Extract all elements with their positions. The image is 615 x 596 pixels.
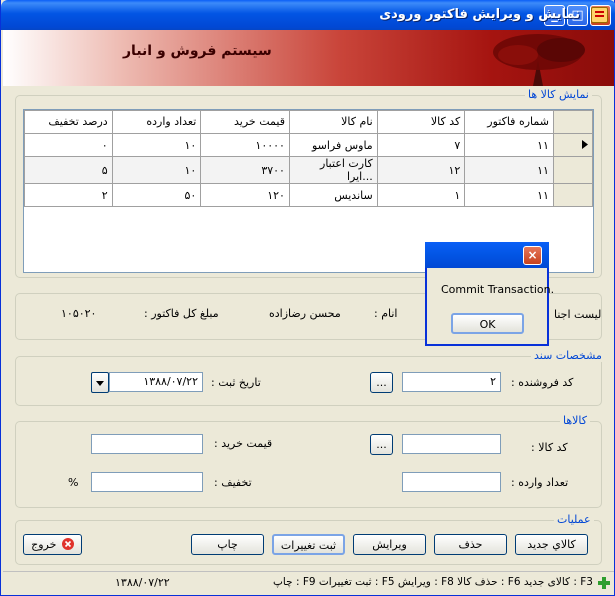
col-qty[interactable]: تعداد وارده [111,110,202,134]
qty-input[interactable] [402,472,501,492]
cell[interactable]: ١١ [464,183,554,207]
row-selector[interactable] [552,183,594,207]
date-dropdown-button[interactable] [91,372,109,393]
item-code-label: کد کالا : [531,441,568,454]
add-icon [598,577,610,589]
col-price[interactable]: قیمت خرید [200,110,290,134]
cell[interactable]: ساندیس [288,183,378,207]
cell[interactable]: ١١ [464,156,554,184]
total-label: مبلغ کل فاکتور : [144,307,219,320]
date-input[interactable]: ١٣٨٨/٠٧/٢٢ [109,372,203,392]
dialog-close-button[interactable]: × [523,246,542,265]
seller-code-input[interactable]: ٢ [402,372,501,392]
list-label: لیست اجنا [554,308,602,321]
cell[interactable]: ١ [376,183,466,207]
cell[interactable]: ١٠ [111,133,202,157]
print-button[interactable]: چاپ [191,534,264,555]
seller-browse-button[interactable]: ... [370,372,393,393]
price-label: قیمت خرید : [214,437,273,450]
user-name: محسن رضازاده [269,307,341,320]
table-row[interactable]: ٢ ۵٠ ١٢٠ ساندیس ١ ١١ [24,183,594,207]
cancel-icon [61,538,74,550]
cell[interactable]: کارت اعتبار ایرا... [288,156,378,184]
edit-button[interactable]: ویرایش [353,534,426,555]
user-label: انام : [374,307,398,320]
status-date: ١٣٨٨/٠٧/٢٢ [115,576,170,589]
delete-button[interactable]: حذف [434,534,507,555]
dialog-message: Commit Transaction. [441,283,555,296]
chevron-down-icon [96,381,104,386]
cell[interactable]: ١٢٠ [200,183,290,207]
price-input[interactable] [91,434,203,454]
cell[interactable]: ۵٠ [111,183,202,207]
row-selector[interactable] [552,156,594,184]
cell[interactable]: ١٢ [376,156,466,184]
status-bar: F3 : کالای جدید F6 : حذف کالا F8 : ویرای… [3,571,614,594]
qty-label: تعداد وارده : [511,476,569,489]
window-title: نمایش و ویرایش فاکتور ورودی [379,7,580,22]
cell[interactable]: ١١ [464,133,554,157]
discount-input[interactable] [91,472,203,492]
status-shortcuts: F3 : کالای جدید F6 : حذف کالا F8 : ویرای… [273,576,593,588]
title-bar: _ □ × نمایش و ویرایش فاکتور ورودی [1,0,615,30]
col-name[interactable]: نام کالا [288,110,378,134]
cell[interactable]: ماوس فراسو [288,133,378,157]
new-item-button[interactable]: کالاي جديد [515,534,588,555]
table-row[interactable]: ٠ ١٠ ١٠٠٠٠ ماوس فراسو ٧ ١١ [24,133,594,157]
cell[interactable]: ٢ [24,183,113,207]
goods-group-legend: نمایش کالا ها [525,88,592,101]
exit-button[interactable]: خروج [23,534,82,555]
col-discount[interactable]: درصد تخفیف [24,110,113,134]
cell[interactable]: ١٠ [111,156,202,184]
item-browse-button[interactable]: ... [370,434,393,455]
doc-group-legend: مشخصات سند [531,349,605,362]
cell[interactable]: ۵ [24,156,113,184]
cell[interactable]: ١٠٠٠٠ [200,133,290,157]
tree-icon [493,34,585,86]
save-button[interactable]: ثبت تغییرات [272,534,345,555]
row-pointer-icon [581,139,588,149]
banner-title: سیستم فروش و انبار [123,43,272,59]
table-row[interactable]: ۵ ١٠ ٣٧٠٠ کارت اعتبار ایرا... ١٢ ١١ [24,156,594,184]
ops-group-legend: عملیات [554,513,594,526]
seller-label: کد فروشنده : [511,376,574,389]
item-code-input[interactable] [402,434,501,454]
date-label: تاریخ ثبت : [211,376,261,389]
total-value: ١٠۵٠٢٠ [61,307,97,320]
col-code[interactable]: کد کالا [376,110,466,134]
table-header: درصد تخفیف تعداد وارده قیمت خرید نام کال… [24,110,594,134]
percent-sign: % [68,476,79,489]
header-banner: سیستم فروش و انبار [3,30,614,86]
discount-label: تخفیف : [214,476,252,489]
cell[interactable]: ٧ [376,133,466,157]
col-invoice[interactable]: شماره فاکتور [464,110,554,134]
main-window: _ □ × نمایش و ویرایش فاکتور ورودی سیستم … [0,0,615,596]
row-header-corner [552,110,594,134]
goods-form-legend: کالاها [560,414,591,427]
ok-button[interactable]: OK [451,313,524,334]
commit-dialog: × Commit Transaction. OK [425,242,554,346]
app-icon [591,7,608,23]
dialog-title-bar: × [425,242,549,268]
exit-label: خروج [31,538,57,551]
row-selector[interactable] [552,133,594,157]
cell[interactable]: ٣٧٠٠ [200,156,290,184]
cell[interactable]: ٠ [24,133,113,157]
